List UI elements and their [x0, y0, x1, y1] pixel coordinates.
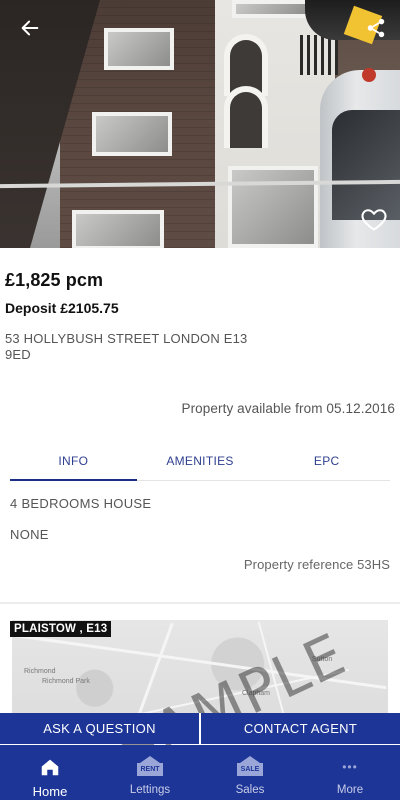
nav-more-label: More	[336, 784, 364, 796]
home-icon	[41, 759, 59, 776]
nav-more[interactable]: ••• More	[300, 745, 400, 800]
detail-tabs: INFO AMENITIES EPC	[10, 445, 390, 481]
nav-sales-label: Sales	[235, 784, 265, 796]
listing-address: 53 HOLLYBUSH STREET LONDON E13 9ED	[5, 331, 248, 362]
bottom-nav: Home RENT Lettings SALE Sales ••• More	[0, 745, 400, 800]
photo-railing	[300, 35, 340, 75]
section-divider	[0, 602, 400, 604]
sale-sign-icon: SALE	[237, 756, 263, 778]
nav-sales[interactable]: SALE Sales	[200, 745, 300, 800]
tab-amenities[interactable]: AMENITIES	[137, 445, 264, 480]
favorite-button[interactable]	[358, 203, 390, 235]
property-type: 4 BEDROOMS HOUSE	[10, 496, 152, 511]
nav-home-label: Home	[32, 784, 68, 799]
arrow-left-icon	[21, 20, 39, 36]
share-icon	[367, 18, 385, 38]
listing-price: £1,825 pcm	[5, 270, 104, 290]
more-dots-icon: •••	[342, 760, 358, 774]
rent-badge-text: RENT	[137, 763, 163, 776]
back-button[interactable]	[14, 12, 46, 44]
share-button[interactable]	[360, 12, 392, 44]
availability-date: Property available from 05.12.2016	[181, 401, 395, 416]
property-photo[interactable]	[0, 0, 400, 248]
photo-arch	[224, 86, 268, 148]
heart-outline-icon	[361, 209, 387, 231]
photo-window	[232, 0, 312, 18]
nav-home[interactable]: Home	[0, 745, 100, 800]
property-reference: Property reference 53HS	[243, 557, 390, 572]
tab-info[interactable]: INFO	[10, 445, 137, 481]
map-label: Richmond	[24, 668, 56, 675]
sale-badge-text: SALE	[237, 763, 263, 776]
map-area-tag: PLAISTOW , E13	[10, 621, 112, 637]
photo-window	[72, 210, 164, 248]
map-label: Richmond Park	[42, 678, 90, 685]
photo-window	[104, 28, 174, 70]
listing-deposit: Deposit £2105.75	[5, 300, 119, 316]
photo-window	[92, 112, 172, 156]
nav-lettings-label: Lettings	[129, 784, 171, 796]
photo-bay-window	[228, 166, 318, 248]
action-bar: ASK A QUESTION CONTACT AGENT	[0, 713, 400, 744]
contact-agent-button[interactable]: CONTACT AGENT	[201, 713, 400, 744]
tab-epc[interactable]: EPC	[263, 445, 390, 480]
photo-tail-light	[362, 68, 376, 82]
ask-question-button[interactable]: ASK A QUESTION	[0, 713, 199, 744]
rent-sign-icon: RENT	[137, 756, 163, 778]
nav-lettings[interactable]: RENT Lettings	[100, 745, 200, 800]
property-extra: NONE	[10, 527, 49, 542]
